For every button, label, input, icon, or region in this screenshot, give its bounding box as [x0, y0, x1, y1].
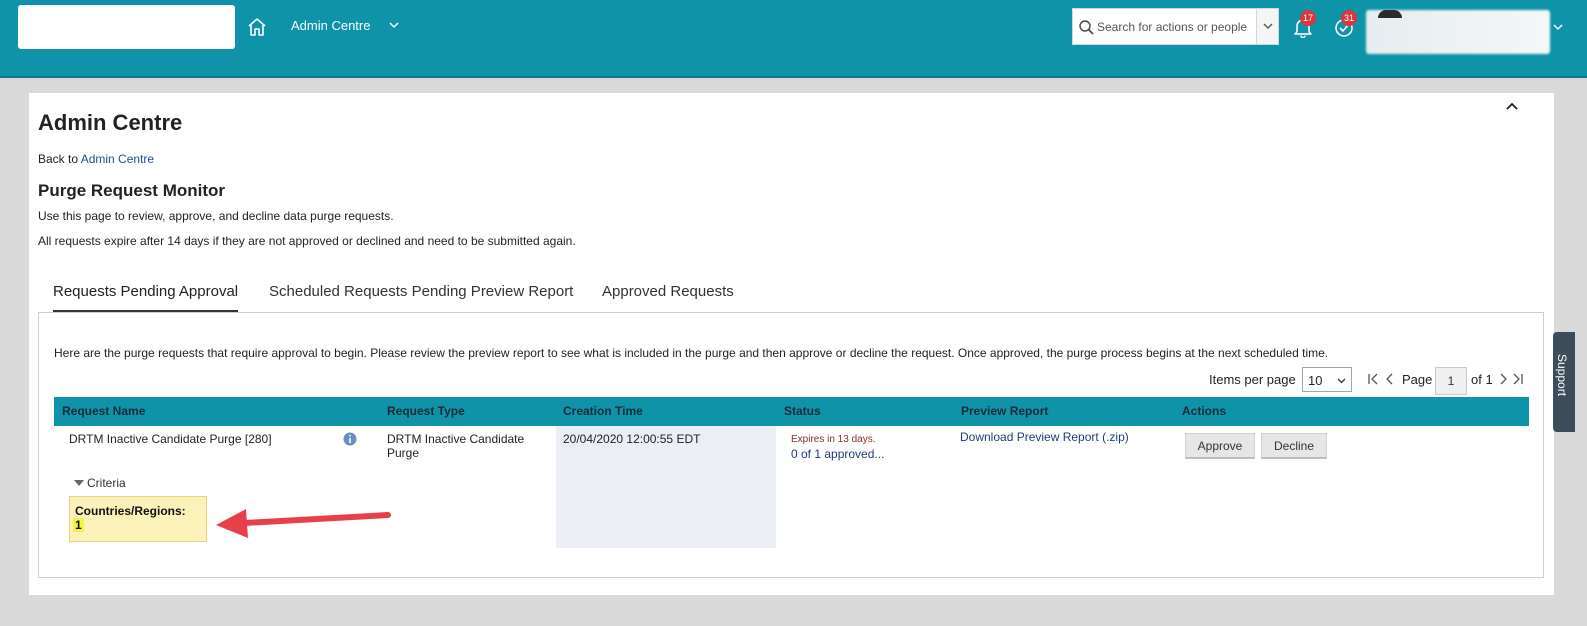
home-icon[interactable]: [246, 16, 268, 38]
col-status[interactable]: Status: [784, 404, 821, 418]
last-page-icon[interactable]: [1511, 372, 1525, 386]
criteria-toggle[interactable]: Criteria: [74, 476, 126, 490]
col-request-name[interactable]: Request Name: [62, 404, 145, 418]
chevron-down-icon[interactable]: [1551, 20, 1565, 34]
criteria-label: Criteria: [87, 476, 126, 490]
tab-scheduled-requests[interactable]: Scheduled Requests Pending Preview Repor…: [269, 283, 573, 313]
decline-button[interactable]: Decline: [1261, 433, 1327, 459]
annotation-arrow: [216, 509, 391, 538]
status-expires: Expires in 13 days.: [791, 434, 876, 445]
support-tab[interactable]: Support: [1553, 332, 1575, 432]
col-request-type[interactable]: Request Type: [387, 404, 465, 418]
table-header: Request Name Request Type Creation Time …: [54, 397, 1529, 426]
expiry-note: All requests expire after 14 days if the…: [38, 234, 576, 248]
page-description: Use this page to review, approve, and de…: [38, 209, 394, 223]
search-input[interactable]: [1097, 15, 1257, 39]
panel-description: Here are the purge requests that require…: [54, 346, 1329, 360]
tab-approved-requests[interactable]: Approved Requests: [602, 283, 734, 313]
previous-page-icon[interactable]: [1383, 372, 1397, 386]
back-prefix: Back to: [38, 152, 81, 166]
request-type-line2: Purge: [387, 446, 420, 460]
items-per-page-value: 10: [1308, 373, 1323, 388]
page-label: Page: [1402, 372, 1433, 387]
avatar[interactable]: [1378, 10, 1402, 18]
chevron-up-icon[interactable]: [1504, 99, 1520, 113]
approve-button[interactable]: Approve: [1185, 433, 1255, 459]
col-preview-report[interactable]: Preview Report: [961, 404, 1048, 418]
search-icon: [1079, 20, 1094, 35]
page-title: Admin Centre: [38, 110, 183, 135]
chevron-down-icon[interactable]: [387, 18, 401, 32]
breadcrumb: Back to Admin Centre: [38, 152, 154, 166]
support-label: Support: [1555, 354, 1569, 397]
request-type-line1: DRTM Inactive Candidate: [387, 432, 525, 446]
section-title: Purge Request Monitor: [38, 181, 226, 200]
col-creation-time[interactable]: Creation Time: [563, 404, 643, 418]
page-total: of 1: [1471, 372, 1493, 387]
first-page-icon[interactable]: [1366, 372, 1380, 386]
notifications-badge: 17: [1300, 10, 1317, 26]
next-page-icon[interactable]: [1496, 372, 1510, 386]
download-preview-link[interactable]: Download Preview Report (.zip): [960, 430, 1129, 444]
top-bar: Admin Centre 17 31: [0, 0, 1587, 78]
back-to-admin-link[interactable]: Admin Centre: [81, 152, 154, 166]
page-number-input[interactable]: [1435, 367, 1467, 395]
search-scope-dropdown[interactable]: [1256, 9, 1278, 44]
chevron-down-icon: [1263, 23, 1273, 29]
items-per-page-label: Items per page: [1209, 372, 1296, 387]
chevron-down-icon: [1337, 378, 1346, 384]
request-name: DRTM Inactive Candidate Purge [280]: [69, 432, 272, 446]
criteria-value: 1: [73, 518, 84, 532]
approval-status-link[interactable]: 0 of 1 approved...: [791, 447, 884, 461]
triangle-down-icon: [74, 480, 84, 486]
info-icon[interactable]: [343, 432, 357, 446]
criteria-key: Countries/Regions:: [75, 504, 186, 518]
creation-time: 20/04/2020 12:00:55 EDT: [563, 432, 701, 446]
todo-badge: 31: [1341, 10, 1358, 26]
items-per-page-select[interactable]: 10: [1302, 367, 1352, 392]
search-box[interactable]: [1072, 8, 1279, 45]
module-title[interactable]: Admin Centre: [291, 18, 370, 33]
tab-requests-pending-approval[interactable]: Requests Pending Approval: [53, 283, 238, 313]
col-actions: Actions: [1182, 404, 1227, 418]
criteria-box: Countries/Regions: 1: [69, 496, 207, 542]
company-logo[interactable]: [18, 5, 235, 49]
